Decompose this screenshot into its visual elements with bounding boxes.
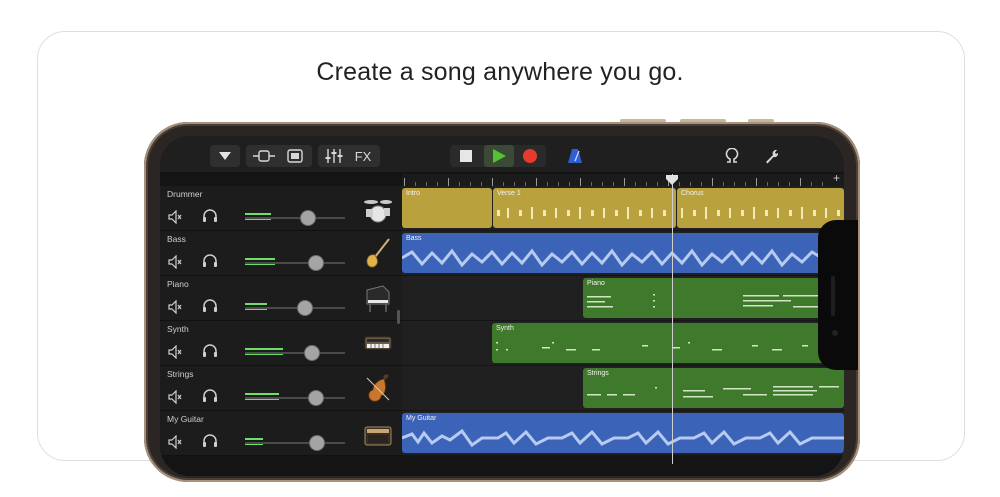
drum-kit-icon <box>363 192 393 224</box>
browser-menu-button[interactable] <box>210 145 240 167</box>
volume-knob[interactable] <box>308 390 324 406</box>
bass-guitar-icon <box>363 237 393 269</box>
guitar-region[interactable]: My Guitar <box>402 413 844 453</box>
track-name: Strings <box>167 369 194 379</box>
track-lane-drummer[interactable]: Intro Verse 1 Chorus <box>402 186 844 231</box>
mixer-icon[interactable] <box>322 145 346 167</box>
synth-region[interactable]: Synth <box>492 323 844 363</box>
track-lane-strings[interactable]: Strings <box>402 366 844 411</box>
volume-slider[interactable] <box>245 262 345 264</box>
volume-knob[interactable] <box>297 300 313 316</box>
headphones-icon[interactable] <box>202 298 218 314</box>
mute-speaker-icon[interactable] <box>168 344 182 360</box>
tracks-icon[interactable] <box>282 145 308 167</box>
track-lane-my-guitar[interactable]: My Guitar <box>402 411 844 456</box>
volume-slider[interactable] <box>245 307 345 309</box>
track-name: Synth <box>167 324 189 334</box>
bass-region[interactable]: Bass <box>402 233 822 273</box>
track-lane-synth[interactable]: Synth <box>402 321 844 366</box>
track-header-strings[interactable]: Strings <box>160 366 402 411</box>
level-meter <box>245 213 271 215</box>
phone-notch <box>818 220 858 370</box>
add-section-icon[interactable]: + <box>833 171 840 185</box>
mute-speaker-icon[interactable] <box>168 389 182 405</box>
track-header-my-guitar[interactable]: My Guitar <box>160 411 402 456</box>
mute-speaker-icon[interactable] <box>168 299 182 315</box>
drummer-region-intro[interactable]: Intro <box>402 188 492 228</box>
mixer-fx-buttons: FX <box>318 145 380 167</box>
playhead[interactable] <box>672 174 673 464</box>
volume-knob[interactable] <box>300 210 316 226</box>
playhead-handle-icon[interactable] <box>666 172 678 185</box>
level-meter <box>245 438 263 440</box>
track-header-bass[interactable]: Bass <box>160 231 402 276</box>
headphones-icon[interactable] <box>202 388 218 404</box>
mute-speaker-icon[interactable] <box>168 434 182 450</box>
headline: Create a song anywhere you go. <box>316 58 684 86</box>
volume-knob[interactable] <box>309 435 325 451</box>
settings-wrench-icon[interactable] <box>760 145 784 167</box>
track-header-drummer[interactable]: Drummer <box>160 186 402 231</box>
view-buttons <box>246 145 312 167</box>
amp-icon <box>363 417 393 449</box>
fx-button[interactable]: FX <box>350 145 376 167</box>
volume-slider[interactable] <box>245 352 345 354</box>
level-meter <box>245 303 267 305</box>
garageband-screen: FX + Drummer Intro Verse 1 Chorus Bass B… <box>160 136 844 476</box>
track-name: My Guitar <box>167 414 204 424</box>
drummer-region-chorus[interactable]: Chorus <box>677 188 844 228</box>
mute-speaker-icon[interactable] <box>168 254 182 270</box>
piano-region[interactable]: Piano <box>583 278 844 318</box>
track-header-piano[interactable]: Piano <box>160 276 402 321</box>
drummer-region-verse[interactable]: Verse 1 <box>493 188 676 228</box>
triangle-down-icon <box>210 145 240 167</box>
volume-knob[interactable] <box>308 255 324 271</box>
loop-browser-icon[interactable] <box>720 145 744 167</box>
mute-speaker-icon[interactable] <box>168 209 182 225</box>
timeline-ruler[interactable]: + <box>402 171 844 186</box>
phone-speaker <box>831 276 835 316</box>
headphones-icon[interactable] <box>202 433 218 449</box>
volume-slider[interactable] <box>245 217 345 219</box>
transport-controls <box>450 145 546 167</box>
record-button[interactable] <box>516 145 544 167</box>
volume-knob[interactable] <box>304 345 320 361</box>
level-meter <box>245 393 279 395</box>
headphones-icon[interactable] <box>202 208 218 224</box>
track-header-synth[interactable]: Synth <box>160 321 402 366</box>
resize-handle[interactable] <box>397 310 400 324</box>
track-view-icon[interactable] <box>250 145 278 167</box>
phone-camera <box>832 330 838 336</box>
headphones-icon[interactable] <box>202 253 218 269</box>
track-name: Drummer <box>167 189 203 199</box>
play-button[interactable] <box>484 145 514 167</box>
control-bar: FX <box>160 136 844 172</box>
volume-slider[interactable] <box>245 397 345 399</box>
track-lane-bass[interactable]: Bass <box>402 231 844 276</box>
volume-slider[interactable] <box>245 442 345 444</box>
metronome-icon[interactable] <box>564 145 586 167</box>
track-name: Bass <box>167 234 186 244</box>
stop-button[interactable] <box>452 145 480 167</box>
level-meter <box>245 258 275 260</box>
headphones-icon[interactable] <box>202 343 218 359</box>
level-meter <box>245 348 283 350</box>
track-name: Piano <box>167 279 189 289</box>
synth-keyboard-icon <box>363 327 393 359</box>
violin-icon <box>363 372 393 404</box>
piano-icon <box>363 282 393 314</box>
track-lane-piano[interactable]: Piano <box>402 276 844 321</box>
strings-region[interactable]: Strings <box>583 368 844 408</box>
